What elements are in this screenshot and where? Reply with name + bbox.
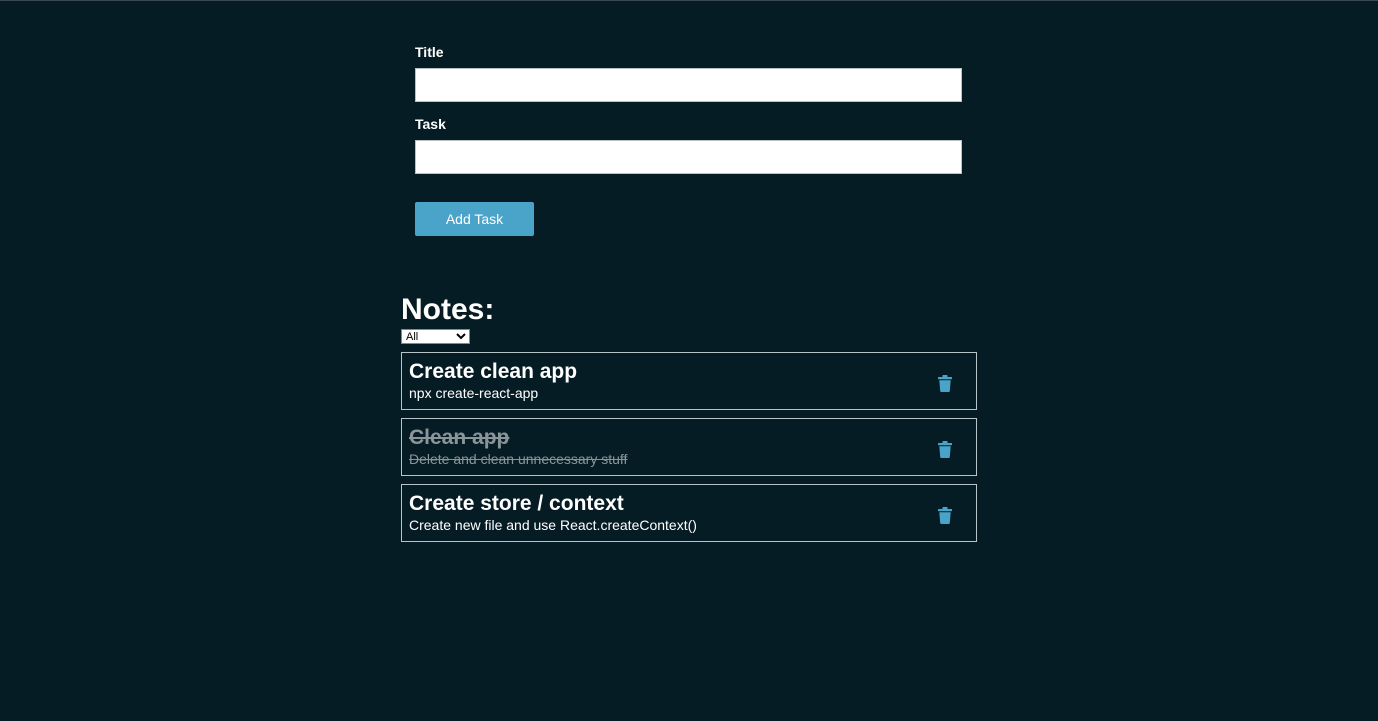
- notes-filter-select[interactable]: All: [401, 329, 470, 344]
- note-item[interactable]: Create store / context Create new file a…: [401, 484, 977, 542]
- note-title: Create clean app: [409, 360, 578, 383]
- note-item[interactable]: Create clean app npx create-react-app: [401, 352, 977, 410]
- add-task-form: Title Task Add Task: [415, 44, 962, 236]
- top-divider: [0, 0, 1378, 1]
- note-title: Clean app: [409, 426, 510, 449]
- add-task-button[interactable]: Add Task: [415, 202, 534, 236]
- note-text: npx create-react-app: [409, 385, 539, 401]
- notes-list: Create clean app npx create-react-app Cl…: [401, 352, 977, 542]
- note-text: Create new file and use React.createCont…: [409, 517, 697, 533]
- trash-icon[interactable]: [934, 438, 956, 460]
- note-title: Create store / context: [409, 492, 624, 515]
- task-label: Task: [415, 116, 446, 132]
- note-text: Delete and clean unnecessary stuff: [409, 451, 628, 467]
- trash-icon[interactable]: [934, 372, 956, 394]
- title-input[interactable]: [415, 68, 962, 102]
- notes-section: Notes: All Create clean app npx create-r…: [401, 292, 977, 550]
- task-input[interactable]: [415, 140, 962, 174]
- note-item-completed[interactable]: Clean app Delete and clean unnecessary s…: [401, 418, 977, 476]
- notes-heading: Notes:: [401, 293, 495, 326]
- trash-icon[interactable]: [934, 504, 956, 526]
- title-label: Title: [415, 44, 444, 60]
